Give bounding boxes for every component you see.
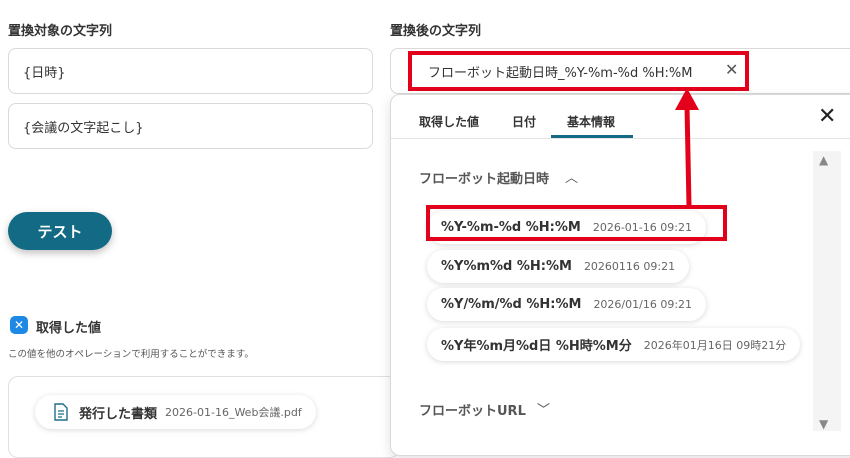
red-arrow-icon [675, 88, 699, 207]
after-label: 置換後の文字列 [390, 24, 482, 39]
section-flowbot-start-time[interactable]: フローボット起動日時 [419, 168, 549, 187]
tab-retrieved-values[interactable]: 取得した値 [419, 113, 479, 130]
scrollbar-track[interactable] [813, 151, 841, 431]
replace-target-value-2: {会議の文字起こし} [23, 120, 144, 136]
format-option-4-example: 2026年01月16日 09時21分 [643, 338, 787, 352]
before-label: 置換対象の文字列 [8, 24, 113, 39]
document-chip-label: 発行した書類 [79, 406, 158, 422]
format-option-4-format: %Y年%m月%d日 %H時%M分 [441, 339, 632, 354]
document-chip[interactable]: 発行した書類 2026-01-16_Web会議.pdf [35, 395, 316, 429]
tab-date[interactable]: 日付 [512, 113, 536, 130]
format-option-2-example: 20260116 09:21 [583, 260, 676, 273]
tab-divider [391, 138, 850, 139]
chevron-up-icon[interactable]: ︿ [565, 167, 578, 186]
replace-target-value-1: {日時} [23, 65, 66, 81]
retrieved-title: 取得した値 [36, 321, 102, 336]
format-option-3-example: 2026/01/16 09:21 [593, 298, 693, 311]
clear-icon[interactable]: ✕ [725, 60, 738, 79]
format-option-3-format: %Y/%m/%d %H:%M [441, 297, 582, 312]
replace-target-field-2[interactable]: {会議の文字起こし} [8, 103, 373, 149]
format-option-3[interactable]: %Y/%m/%d %H:%M 2026/01/16 09:21 [427, 288, 707, 321]
close-icon[interactable]: ✕ [818, 106, 836, 128]
format-option-4[interactable]: %Y年%m月%d日 %H時%M分 2026年01月16日 09時21分 [427, 328, 801, 361]
document-chip-value: 2026-01-16_Web会議.pdf [165, 406, 302, 419]
document-icon [54, 403, 68, 421]
replace-result-value: フローボット起動日時_%Y-%m-%d %H:%M [428, 66, 693, 81]
replace-target-field-1[interactable]: {日時} [8, 48, 373, 94]
scroll-down-arrow-icon[interactable]: ▼ [819, 417, 828, 431]
chevron-down-icon[interactable]: ﹀ [537, 399, 550, 418]
tab-basic-info[interactable]: 基本情報 [567, 113, 615, 130]
retrieved-values-box: 発行した書類 2026-01-16_Web会議.pdf [8, 376, 400, 458]
test-button[interactable]: テスト [8, 212, 112, 250]
retrieved-description: この値を他のオペレーションで利用することができます。 [8, 349, 254, 360]
format-option-2-format: %Y%m%d %H:%M [441, 259, 572, 274]
format-option-2[interactable]: %Y%m%d %H:%M 20260116 09:21 [427, 250, 690, 283]
scroll-up-arrow-icon[interactable]: ▲ [819, 153, 828, 167]
variable-picker-panel: 取得した値 日付 基本情報 ✕ フローボット起動日時 ︿ %Y-%m-%d %H… [390, 94, 850, 456]
retrieved-value-icon: ✕ [10, 316, 28, 334]
section-flowbot-url[interactable]: フローボットURL [419, 400, 526, 419]
